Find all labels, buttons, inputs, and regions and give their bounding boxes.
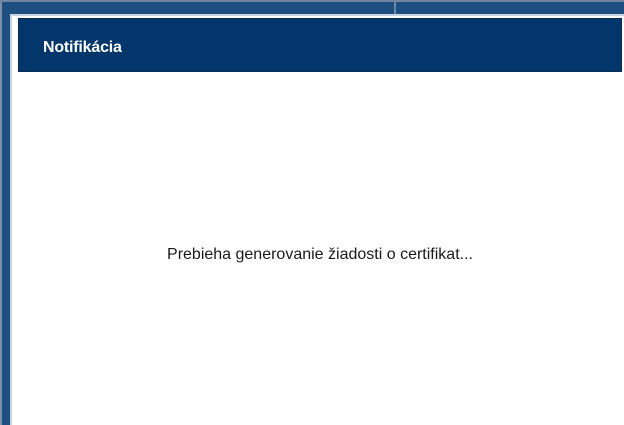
dialog-header[interactable]: Notifikácia [18,18,622,72]
background-divider [394,0,396,14]
background-divider [0,0,624,2]
dialog-title: Notifikácia [43,39,122,56]
notification-dialog: Notifikácia Prebieha generovanie žiadost… [10,14,624,425]
notification-message: Prebieha generovanie žiadosti o certifik… [167,246,473,263]
dialog-body: Prebieha generovanie žiadosti o certifik… [18,72,622,425]
